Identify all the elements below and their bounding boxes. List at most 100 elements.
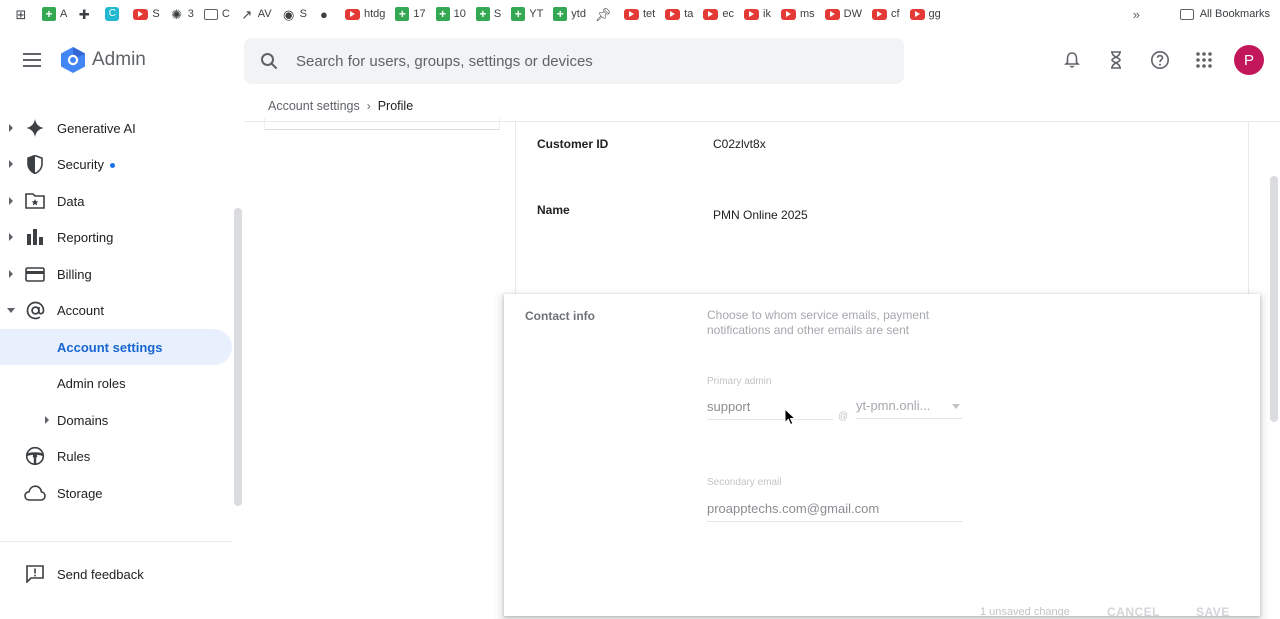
admin-logo-icon [61,47,85,73]
sidebar-item-account[interactable]: Account [0,292,232,328]
sheets-icon: + [553,7,568,21]
account-avatar[interactable]: P [1234,45,1264,75]
bookmark-23[interactable]: cf [871,0,900,28]
notifications-button[interactable] [1050,44,1094,76]
credit-card-icon [24,263,46,285]
breadcrumb-profile: Profile [377,99,414,113]
bookmark-17[interactable]: tet [623,0,655,28]
app-header: Admin Search for users, groups, settings… [0,28,1280,92]
sidebar-item-rules[interactable]: Rules [0,438,232,474]
send-feedback-button[interactable]: Send feedback [0,556,232,592]
sidebar-item-account-settings[interactable]: Account settings [0,329,232,365]
bookmark-18[interactable]: ta [665,0,693,28]
bookmark-22[interactable]: DW [824,0,862,28]
sheets-icon: + [475,7,490,21]
chevron-right-icon [45,416,49,424]
admin-logo[interactable]: Admin [60,46,146,74]
chevron-right-icon [9,233,13,241]
mouse-cursor-icon [784,408,796,426]
bookmark-7[interactable]: ↗ AV [240,0,271,28]
folder-icon [203,8,218,20]
sidebar-item-admin-roles[interactable]: Admin roles [0,365,232,401]
youtube-icon [623,8,639,20]
sidebar-item-generative-ai[interactable]: Generative AI [0,110,232,146]
bookmark-5[interactable]: ✺ 3 [170,0,194,28]
openai-icon: ✺ [171,6,183,22]
shield-icon [24,153,46,175]
tasks-button[interactable] [1094,44,1138,76]
breadcrumb-account-settings[interactable]: Account settings [268,99,360,113]
cloud-icon [24,482,46,504]
folder-icon [1179,8,1194,20]
chevron-down-icon [7,307,15,313]
save-button[interactable]: SAVE [1196,605,1230,619]
folder-star-icon [24,190,46,212]
github-icon: ● [320,6,328,22]
chevron-right-icon [9,124,13,132]
sheets-icon: + [511,7,526,21]
chevron-right-icon [9,197,13,205]
bar-chart-icon [24,226,46,248]
sidebar-item-data[interactable]: Data [0,183,232,219]
dropdown-arrow-icon [952,404,960,409]
bookmark-11[interactable]: +17 [395,0,426,28]
bookmark-1[interactable]: + A [42,0,67,28]
secondary-email-input[interactable]: proapptechs.com@gmail.com [707,501,963,522]
main-menu-button[interactable] [22,50,42,70]
bookmarks-bar: ⊞ + A ✚ C S ✺ 3 C ↗ AV ◉ S ● htdg +17 +10 + S… [0,0,1280,28]
chevron-right-icon: › [366,99,371,113]
bookmark-10[interactable]: htdg [344,0,385,28]
bookmark-apps[interactable]: ⊞ [14,0,32,28]
sheets-icon: + [435,7,450,21]
apps-grid-icon: ⊞ [15,6,27,22]
search-bar[interactable] [244,38,904,84]
primary-admin-label: Primary admin [707,376,772,387]
apps-launcher-button[interactable] [1182,44,1226,76]
sidebar-item-security[interactable]: Security [0,146,232,182]
domain-select[interactable]: yt-pmn.onli... [856,398,962,419]
security-alert-dot [109,162,115,168]
cancel-button[interactable]: CANCEL [1107,605,1160,619]
sidebar-item-storage[interactable]: Storage [0,475,232,511]
at-sign: @ [838,411,849,422]
youtube-icon [133,8,149,20]
secondary-email-label: Secondary email [707,477,782,488]
sidebar-item-reporting[interactable]: Reporting [0,219,232,255]
bookmark-20[interactable]: ik [744,0,771,28]
sheets-icon: + [395,7,410,21]
search-input[interactable] [296,52,856,70]
youtube-icon [344,8,360,20]
sidebar-item-domains[interactable]: Domains [0,402,232,438]
puzzle-icon: ✚ [78,6,90,22]
youtube-icon [909,8,925,20]
chevron-right-icon [9,160,13,168]
bookmark-12[interactable]: +10 [435,0,466,28]
bookmark-16[interactable]: 📌︎ [595,0,614,28]
bookmark-19[interactable]: ec [703,0,734,28]
main-scrollbar[interactable] [1270,176,1278,422]
sheets-icon: + [42,7,56,21]
bookmark-8[interactable]: ◉ S [282,0,307,28]
bookmark-14[interactable]: + YT [511,0,543,28]
all-bookmarks-button[interactable]: All Bookmarks [1179,0,1270,28]
bookmark-15[interactable]: + ytd [553,0,586,28]
steering-wheel-icon [24,445,46,467]
bookmark-6[interactable]: C [203,0,230,28]
bookmark-4[interactable]: S [133,0,160,28]
youtube-icon [871,8,887,20]
breadcrumb: Account settings › Profile [268,96,413,116]
bookmark-9[interactable]: ● [317,0,335,28]
bookmark-24[interactable]: gg [909,0,941,28]
sidebar-scrollbar[interactable] [234,208,242,506]
bookmarks-overflow-button[interactable]: » [1133,0,1140,28]
sidebar-item-billing[interactable]: Billing [0,256,232,292]
bookmark-3[interactable]: C [105,0,123,28]
bookmark-2[interactable]: ✚ [77,0,95,28]
bookmark-13[interactable]: + S [475,0,501,28]
primary-admin-input[interactable]: support [707,399,833,420]
help-button[interactable] [1138,44,1182,76]
bookmark-21[interactable]: ms [780,0,815,28]
help-icon [1151,51,1169,69]
contact-info-description: Choose to whom service emails, payment n… [707,308,930,337]
sparkle-icon [24,117,46,139]
